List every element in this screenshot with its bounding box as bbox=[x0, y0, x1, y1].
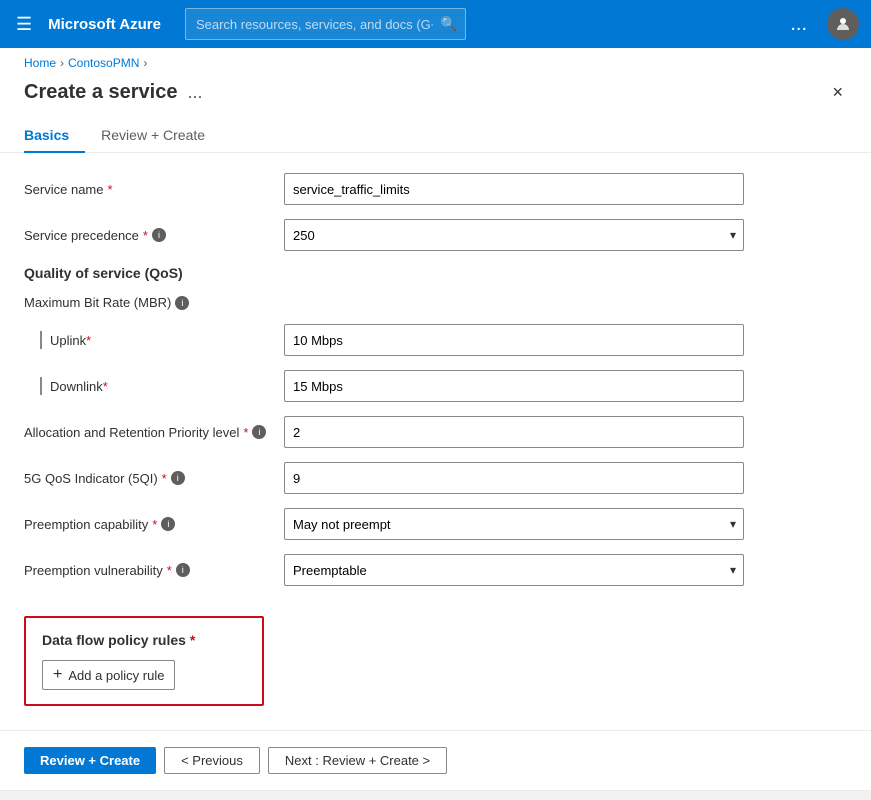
page-title: Create a service bbox=[24, 81, 177, 104]
tab-basics[interactable]: Basics bbox=[24, 119, 85, 153]
arp-row: Allocation and Retention Priority level … bbox=[24, 416, 847, 448]
table-header-rule-name[interactable]: Rule name ↑ bbox=[24, 722, 303, 730]
preemption-cap-label: Preemption capability * i bbox=[24, 517, 284, 532]
uplink-label: Uplink * bbox=[24, 331, 284, 349]
qos-indicator-input[interactable] bbox=[284, 462, 744, 494]
page-menu-dots[interactable]: ... bbox=[187, 82, 202, 103]
preemption-vuln-row: Preemption vulnerability * i Preemptable… bbox=[24, 554, 847, 586]
tab-bar: Basics Review + Create bbox=[0, 107, 871, 153]
service-precedence-row: Service precedence * i 250 ▾ bbox=[24, 219, 847, 251]
arp-info-icon[interactable]: i bbox=[252, 425, 266, 439]
required-indicator-4: * bbox=[103, 379, 108, 394]
uplink-row: Uplink * bbox=[24, 324, 847, 356]
previous-button[interactable]: < Previous bbox=[164, 747, 260, 774]
preemption-cap-select-wrapper: May not preempt May preempt ▾ bbox=[284, 508, 744, 540]
page-header: Create a service ... × bbox=[0, 70, 871, 107]
preemption-vuln-select[interactable]: Preemptable Not preemptable bbox=[284, 554, 744, 586]
breadcrumb: Home › ContosoPMN › bbox=[0, 48, 871, 70]
indent-decoration bbox=[40, 331, 42, 349]
required-indicator-2: * bbox=[143, 228, 148, 243]
preemption-cap-info-icon[interactable]: i bbox=[161, 517, 175, 531]
required-indicator-3: * bbox=[86, 333, 91, 348]
app-logo: Microsoft Azure bbox=[48, 16, 161, 33]
service-name-input[interactable] bbox=[284, 173, 744, 205]
service-precedence-select-wrapper: 250 ▾ bbox=[284, 219, 744, 251]
mbr-info-icon[interactable]: i bbox=[175, 296, 189, 310]
preemption-vuln-info-icon[interactable]: i bbox=[176, 563, 190, 577]
policy-rules-table: Rule name ↑ Precedence Allow traffic bbox=[24, 722, 847, 730]
downlink-label: Downlink * bbox=[24, 377, 284, 395]
breadcrumb-home[interactable]: Home bbox=[24, 56, 56, 70]
indent-decoration-2 bbox=[40, 377, 42, 395]
qos-indicator-info-icon[interactable]: i bbox=[171, 471, 185, 485]
qos-indicator-label: 5G QoS Indicator (5QI) * i bbox=[24, 471, 284, 486]
user-avatar[interactable] bbox=[827, 8, 859, 40]
search-bar: 🔍 bbox=[185, 8, 466, 40]
mbr-label: Maximum Bit Rate (MBR) i bbox=[24, 295, 284, 310]
qos-section-header: Quality of service (QoS) bbox=[24, 265, 847, 281]
policy-rules-section: Data flow policy rules * + Add a policy … bbox=[24, 616, 264, 706]
policy-rules-title: Data flow policy rules * bbox=[42, 632, 246, 648]
table-header-precedence[interactable]: Precedence bbox=[303, 722, 573, 730]
horizontal-scrollbar[interactable] bbox=[0, 790, 871, 800]
service-name-label: Service name * bbox=[24, 182, 284, 197]
search-input[interactable] bbox=[185, 8, 466, 40]
service-precedence-select[interactable]: 250 bbox=[284, 219, 744, 251]
required-indicator-5: * bbox=[243, 425, 248, 440]
bottom-bar: Review + Create < Previous Next : Review… bbox=[0, 730, 871, 790]
service-precedence-info-icon[interactable]: i bbox=[152, 228, 166, 242]
downlink-input[interactable] bbox=[284, 370, 744, 402]
preemption-vuln-select-wrapper: Preemptable Not preemptable ▾ bbox=[284, 554, 744, 586]
required-indicator-6: * bbox=[162, 471, 167, 486]
next-review-create-button[interactable]: Next : Review + Create > bbox=[268, 747, 447, 774]
uplink-input[interactable] bbox=[284, 324, 744, 356]
policy-rules-table-section: Rule name ↑ Precedence Allow traffic bbox=[24, 722, 847, 730]
close-button[interactable]: × bbox=[828, 78, 847, 107]
review-create-button-bottom[interactable]: Review + Create bbox=[24, 747, 156, 774]
service-name-row: Service name * bbox=[24, 173, 847, 205]
qos-indicator-row: 5G QoS Indicator (5QI) * i bbox=[24, 462, 847, 494]
nav-more-options[interactable]: ... bbox=[782, 9, 815, 40]
preemption-cap-row: Preemption capability * i May not preemp… bbox=[24, 508, 847, 540]
required-indicator-8: * bbox=[167, 563, 172, 578]
required-indicator: * bbox=[107, 182, 112, 197]
preemption-vuln-label: Preemption vulnerability * i bbox=[24, 563, 284, 578]
downlink-row: Downlink * bbox=[24, 370, 847, 402]
service-precedence-label: Service precedence * i bbox=[24, 228, 284, 243]
search-icon: 🔍 bbox=[440, 16, 457, 33]
preemption-cap-select[interactable]: May not preempt May preempt bbox=[284, 508, 744, 540]
arp-input[interactable] bbox=[284, 416, 744, 448]
arp-label: Allocation and Retention Priority level … bbox=[24, 425, 284, 440]
required-indicator-9: * bbox=[190, 632, 195, 648]
table-header-allow-traffic[interactable]: Allow traffic bbox=[573, 722, 847, 730]
plus-icon: + bbox=[53, 666, 62, 684]
mbr-row: Maximum Bit Rate (MBR) i bbox=[24, 295, 847, 310]
main-panel: Home › ContosoPMN › Create a service ...… bbox=[0, 48, 871, 800]
tab-review-create[interactable]: Review + Create bbox=[101, 119, 221, 153]
form-content: Service name * Service precedence * i 25… bbox=[0, 153, 871, 730]
required-indicator-7: * bbox=[152, 517, 157, 532]
hamburger-menu[interactable]: ☰ bbox=[12, 10, 36, 39]
add-policy-rule-button[interactable]: + Add a policy rule bbox=[42, 660, 175, 690]
breadcrumb-contoso[interactable]: ContosoPMN bbox=[68, 56, 139, 70]
